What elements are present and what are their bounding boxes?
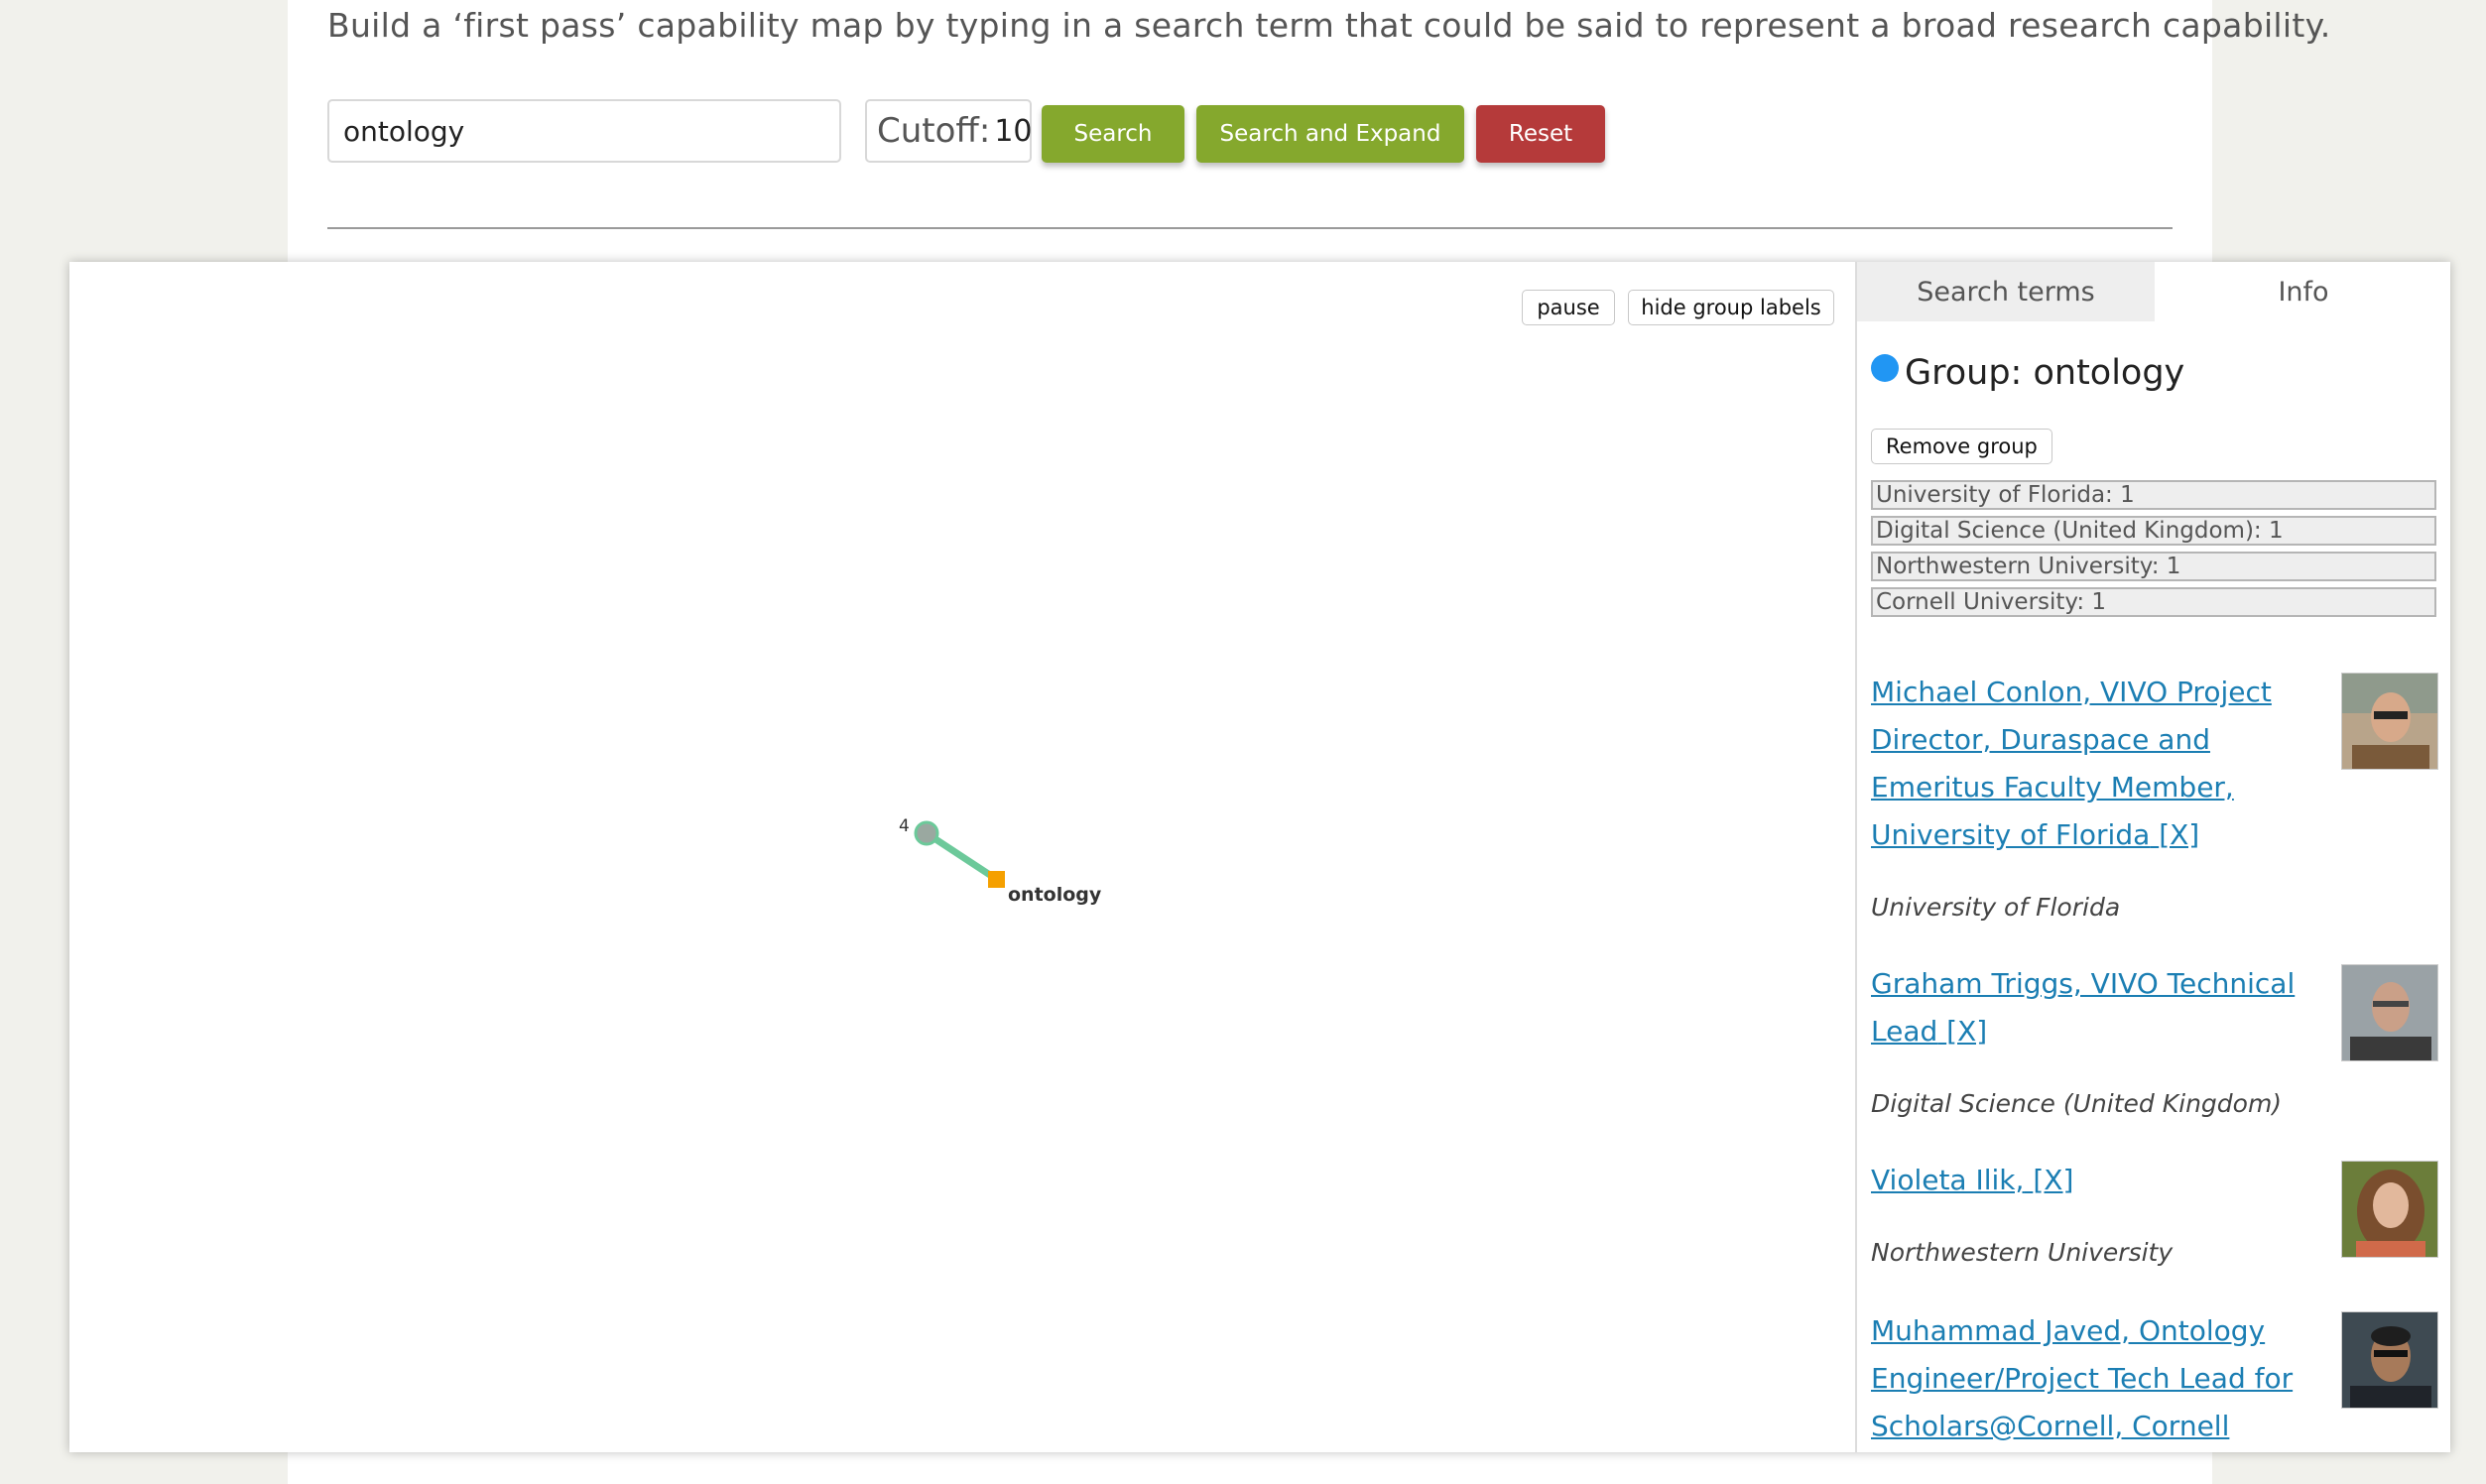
person-link[interactable]: Muhammad Javed, Ontology Engineer/Projec…	[1871, 1307, 2317, 1450]
force-graph: 4 ontology	[899, 816, 1102, 906]
person-link[interactable]: Violeta Ilik, [X]	[1871, 1157, 2317, 1204]
person-institution: Northwestern University	[1871, 1238, 2174, 1267]
institution-count: Digital Science (United Kingdom): 1	[1871, 516, 2436, 546]
avatar	[2341, 1161, 2438, 1258]
person-name[interactable]: Michael Conlon, VIVO Project Director, D…	[1871, 676, 2272, 851]
person-institution: Digital Science (United Kingdom)	[1871, 1089, 2283, 1118]
institution-count: Cornell University: 1	[1871, 587, 2436, 617]
graph-area[interactable]: pause hide group labels 4 ontology	[69, 262, 1855, 1452]
cutoff-field[interactable]: Cutoff: 10	[865, 99, 1033, 163]
institution-count: University of Florida: 1	[1871, 480, 2436, 510]
capability-map-panel: pause hide group labels 4 ontology Searc…	[69, 262, 2450, 1452]
group-title: Group: ontology	[1905, 353, 2185, 393]
person-node[interactable]	[914, 820, 939, 846]
person-name[interactable]: Graham Triggs, VIVO Technical Lead	[1871, 967, 2295, 1048]
group-node[interactable]	[988, 871, 1005, 888]
person-name[interactable]: Violeta Ilik,	[1871, 1164, 2024, 1196]
intro-text: Build a ‘first pass’ capability map by t…	[327, 6, 2331, 45]
node-count-label: 4	[899, 816, 910, 836]
avatar	[2341, 673, 2438, 770]
tab-info[interactable]: Info	[2155, 262, 2450, 321]
group-label: ontology	[1008, 884, 1102, 906]
divider	[327, 227, 2173, 229]
search-and-expand-button[interactable]: Search and Expand	[1196, 105, 1464, 163]
reset-button[interactable]: Reset	[1476, 105, 1605, 163]
remove-person-link[interactable]: [X]	[2033, 1164, 2073, 1196]
person-link[interactable]: Michael Conlon, VIVO Project Director, D…	[1871, 669, 2317, 859]
person-link[interactable]: Graham Triggs, VIVO Technical Lead [X]	[1871, 960, 2317, 1055]
graph-edge	[925, 830, 998, 882]
remove-person-link[interactable]: [X]	[1946, 1015, 1987, 1048]
cutoff-label: Cutoff:	[877, 111, 991, 151]
tab-search-terms[interactable]: Search terms	[1857, 262, 2155, 321]
group-header: Group: ontology	[1871, 353, 2184, 393]
institution-counts: University of Florida: 1 Digital Science…	[1871, 480, 2436, 623]
avatar	[2341, 1311, 2438, 1409]
person-institution: University of Florida	[1871, 893, 2121, 922]
group-color-dot	[1871, 354, 1899, 382]
search-button[interactable]: Search	[1042, 105, 1184, 163]
info-sidebar: Search terms Info Group: ontology Remove…	[1855, 262, 2450, 1452]
institution-count: Northwestern University: 1	[1871, 552, 2436, 581]
avatar	[2341, 964, 2438, 1061]
person-name[interactable]: Muhammad Javed, Ontology Engineer/Projec…	[1871, 1314, 2293, 1442]
remove-person-link[interactable]: [X]	[2159, 818, 2199, 851]
remove-group-button[interactable]: Remove group	[1871, 429, 2052, 464]
search-input[interactable]	[327, 99, 841, 163]
cutoff-value[interactable]: 10	[994, 114, 1032, 149]
